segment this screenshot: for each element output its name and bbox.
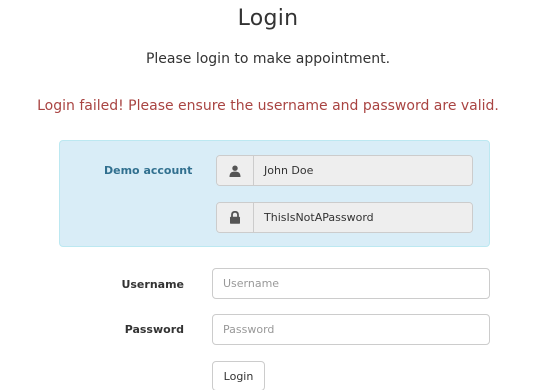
demo-account-panel: Demo account John Doe ThisIsNotAPassword bbox=[59, 140, 490, 247]
page-title: Login bbox=[237, 6, 299, 31]
lock-icon bbox=[217, 203, 254, 232]
username-label: Username bbox=[121, 278, 184, 291]
username-input[interactable] bbox=[212, 268, 490, 299]
demo-username-value: John Doe bbox=[254, 156, 472, 185]
user-icon bbox=[217, 156, 254, 185]
login-button[interactable]: Login bbox=[212, 361, 265, 390]
page-subtitle: Please login to make appointment. bbox=[145, 51, 391, 67]
demo-username-group: John Doe bbox=[216, 155, 473, 186]
login-page: Login Please login to make appointment. … bbox=[0, 0, 536, 390]
password-input[interactable] bbox=[212, 314, 490, 345]
login-error-message: Login failed! Please ensure the username… bbox=[37, 98, 499, 114]
demo-password-value: ThisIsNotAPassword bbox=[254, 203, 472, 232]
demo-account-label: Demo account bbox=[104, 164, 193, 177]
demo-password-group: ThisIsNotAPassword bbox=[216, 202, 473, 233]
password-label: Password bbox=[124, 323, 184, 336]
